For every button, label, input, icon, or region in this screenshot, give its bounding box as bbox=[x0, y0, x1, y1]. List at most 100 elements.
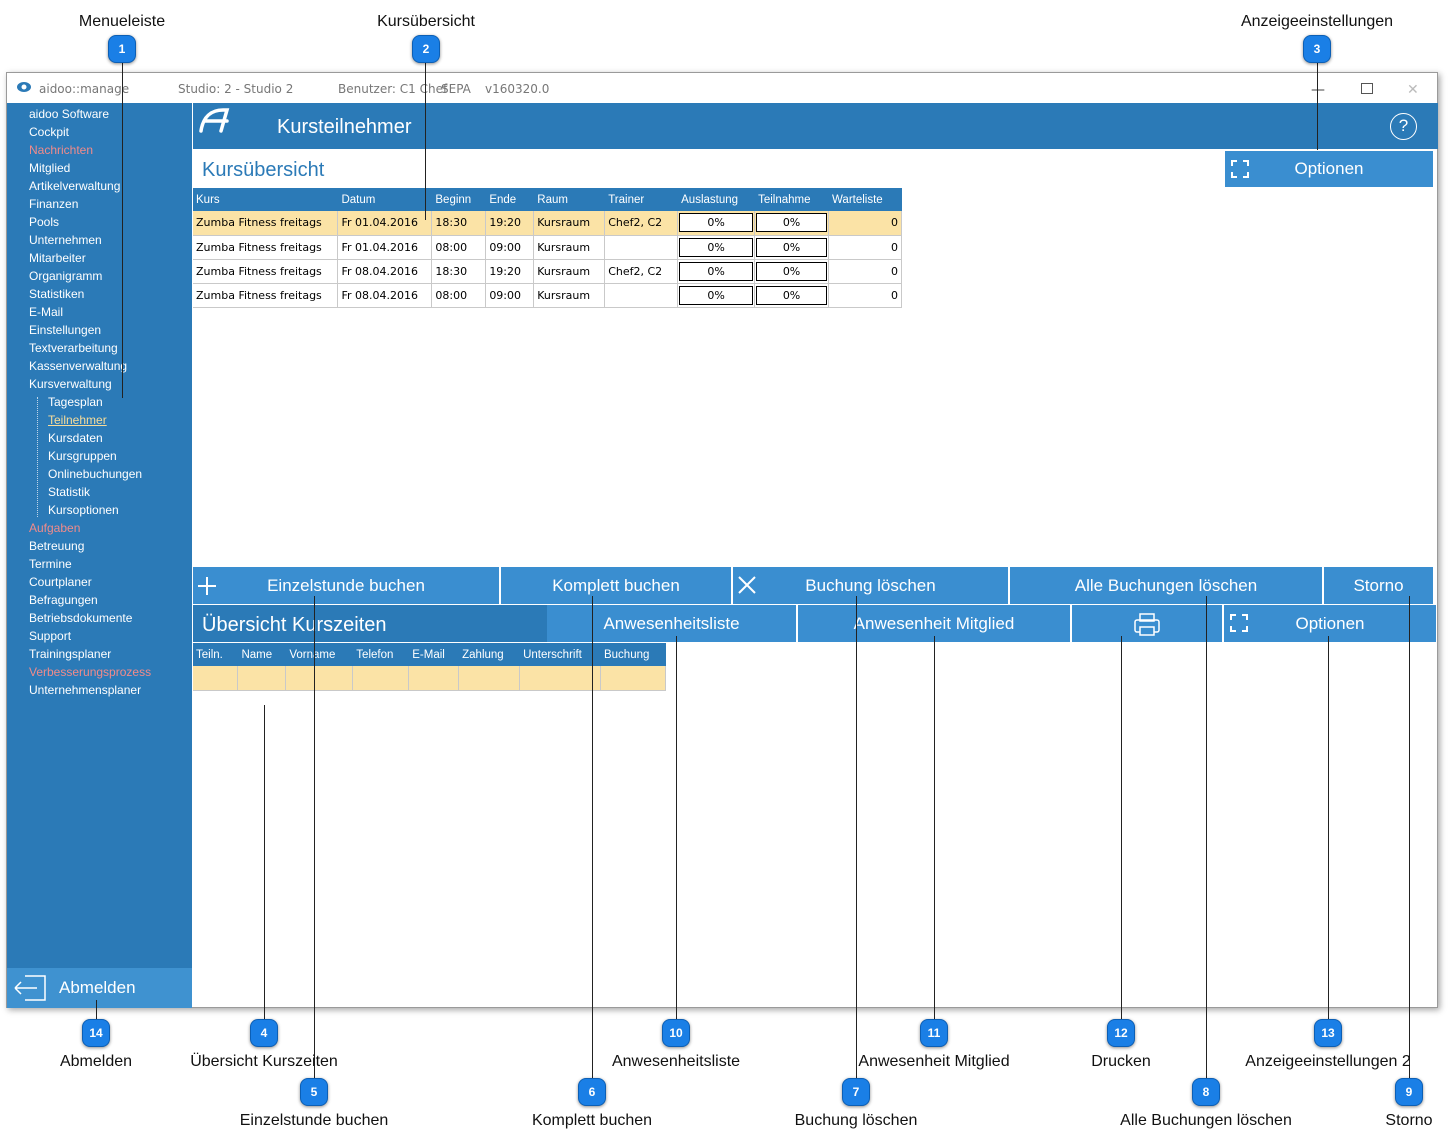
plus-icon bbox=[198, 577, 216, 595]
print-button[interactable] bbox=[1072, 605, 1224, 642]
attendance-member-button[interactable]: Anwesenheit Mitglied bbox=[798, 605, 1072, 642]
column-header[interactable]: Zahlung bbox=[458, 643, 521, 666]
menu-item[interactable]: Kassenverwaltung bbox=[29, 357, 127, 375]
column-header[interactable]: Unterschrift bbox=[519, 643, 601, 666]
table-cell: 0% bbox=[754, 283, 829, 308]
menu-item[interactable]: Unternehmensplaner bbox=[29, 681, 141, 699]
table-cell: 0% bbox=[754, 235, 829, 260]
callout-badge: 5 bbox=[300, 1078, 328, 1106]
menu-item[interactable]: Organigramm bbox=[29, 267, 102, 285]
attendance-list-label: Anwesenheitsliste bbox=[603, 613, 740, 633]
table-row[interactable] bbox=[193, 666, 667, 691]
table-cell: 08:00 bbox=[431, 235, 487, 260]
column-header[interactable]: Raum bbox=[533, 188, 606, 211]
participants-table: Teiln. Name Vorname Telefon E-Mail Zahlung Unt… bbox=[193, 643, 667, 691]
menu-item[interactable]: Cockpit bbox=[29, 123, 69, 141]
menu-item[interactable]: Kursgruppen bbox=[48, 447, 117, 465]
menu-item[interactable]: Artikelverwaltung bbox=[29, 177, 120, 195]
menu-item[interactable]: Trainingsplaner bbox=[29, 645, 111, 663]
logout-button[interactable]: Abmelden bbox=[7, 968, 192, 1008]
column-header[interactable]: E-Mail bbox=[408, 643, 460, 666]
options-label: Optionen bbox=[1294, 159, 1364, 178]
table-row[interactable]: Zumba Fitness freitags Fr 08.04.2016 08:00… bbox=[193, 283, 902, 308]
menu-item[interactable]: Onlinebuchungen bbox=[48, 465, 142, 483]
table-cell: Fr 08.04.2016 bbox=[337, 283, 433, 308]
column-header[interactable]: Kurs bbox=[193, 188, 339, 211]
column-header[interactable]: Beginn bbox=[431, 188, 487, 211]
column-header[interactable]: Datum bbox=[337, 188, 433, 211]
menu-item[interactable]: Kursdaten bbox=[48, 429, 103, 447]
menu-item[interactable]: aidoo Software bbox=[29, 105, 109, 123]
table-cell bbox=[237, 666, 287, 691]
close-icon[interactable]: ✕ bbox=[1407, 82, 1419, 98]
menu-item[interactable]: Einstellungen bbox=[29, 321, 101, 339]
column-header[interactable]: Teiln. bbox=[193, 643, 239, 666]
percentage-box: 0% bbox=[679, 213, 754, 233]
table-cell: 0% bbox=[754, 259, 829, 284]
table-cell: 09:00 bbox=[485, 283, 535, 308]
menu-item[interactable]: Tagesplan bbox=[48, 393, 103, 411]
delete-booking-button[interactable]: Buchung löschen bbox=[733, 567, 1010, 604]
menu-item[interactable]: Teilnehmer bbox=[48, 411, 107, 429]
menu-item[interactable]: Betreuung bbox=[29, 537, 84, 555]
attendance-list-button[interactable]: Anwesenheitsliste bbox=[547, 605, 798, 642]
column-header[interactable]: Warteliste bbox=[828, 188, 902, 211]
minimize-icon[interactable]: — bbox=[1311, 82, 1325, 98]
table-cell bbox=[285, 666, 354, 691]
column-header[interactable]: Buchung bbox=[600, 643, 667, 666]
column-header[interactable]: Telefon bbox=[352, 643, 410, 666]
options-2-button[interactable]: Optionen bbox=[1224, 605, 1436, 642]
callout-badge: 10 bbox=[662, 1019, 690, 1047]
table-row[interactable]: Zumba Fitness freitags Fr 08.04.2016 18:30… bbox=[193, 259, 902, 284]
callout-label: Buchung löschen bbox=[794, 1112, 918, 1129]
menu-item[interactable]: E-Mail bbox=[29, 303, 63, 321]
attendance-member-label: Anwesenheit Mitglied bbox=[853, 613, 1015, 633]
menu-item[interactable]: Verbesserungsprozess bbox=[29, 663, 151, 681]
menu-item[interactable]: Kursoptionen bbox=[48, 501, 119, 519]
menu-item[interactable]: Finanzen bbox=[29, 195, 78, 213]
book-complete-label: Komplett buchen bbox=[552, 575, 680, 595]
book-single-button[interactable]: Einzelstunde buchen bbox=[193, 567, 501, 604]
column-header[interactable]: Vorname bbox=[285, 643, 354, 666]
menu-item[interactable]: Statistiken bbox=[29, 285, 84, 303]
table-cell: 0 bbox=[828, 211, 902, 236]
column-header[interactable]: Auslastung bbox=[677, 188, 756, 211]
menu-item[interactable]: Kursverwaltung bbox=[29, 375, 112, 393]
column-header[interactable]: Trainer bbox=[604, 188, 679, 211]
cancel-button[interactable]: Storno bbox=[1324, 567, 1433, 604]
callout-badge: 14 bbox=[82, 1019, 110, 1047]
callout-badge: 2 bbox=[412, 35, 440, 63]
menu-item[interactable]: Nachrichten bbox=[29, 141, 93, 159]
column-header[interactable]: Ende bbox=[485, 188, 535, 211]
maximize-icon[interactable] bbox=[1361, 83, 1373, 94]
table-cell: Zumba Fitness freitags bbox=[193, 211, 339, 236]
menu-item[interactable]: Befragungen bbox=[29, 591, 98, 609]
options-button[interactable]: Optionen bbox=[1225, 151, 1433, 187]
menu-item[interactable]: Unternehmen bbox=[29, 231, 102, 249]
menu-item[interactable]: Courtplaner bbox=[29, 573, 92, 591]
column-header[interactable]: Teilnahme bbox=[754, 188, 829, 211]
help-icon[interactable]: ? bbox=[1390, 113, 1417, 140]
menu-item[interactable]: Aufgaben bbox=[29, 519, 80, 537]
menu-item[interactable]: Betriebsdokumente bbox=[29, 609, 132, 627]
table-row[interactable]: Zumba Fitness freitags Fr 01.04.2016 08:00… bbox=[193, 235, 902, 260]
menu-item[interactable]: Mitarbeiter bbox=[29, 249, 86, 267]
table-cell: Kursraum bbox=[533, 211, 606, 236]
table-cell: 19:20 bbox=[485, 211, 535, 236]
menu-item[interactable]: Support bbox=[29, 627, 71, 645]
menu-item[interactable]: Textverarbeitung bbox=[29, 339, 118, 357]
column-header[interactable]: Name bbox=[237, 643, 287, 666]
table-cell: 0% bbox=[677, 235, 756, 260]
delete-all-bookings-button[interactable]: Alle Buchungen löschen bbox=[1010, 567, 1324, 604]
menu-item[interactable]: Statistik bbox=[48, 483, 90, 501]
callout-label: Anzeigeeinstellungen 2 bbox=[1245, 1053, 1411, 1070]
callout-line bbox=[314, 596, 315, 1092]
table-row[interactable]: Zumba Fitness freitags Fr 01.04.2016 18:30… bbox=[193, 211, 902, 236]
book-complete-button[interactable]: Komplett buchen bbox=[501, 567, 733, 604]
table-cell: Zumba Fitness freitags bbox=[193, 259, 339, 284]
menu-item[interactable]: Pools bbox=[29, 213, 59, 231]
callout-line bbox=[1206, 596, 1207, 1092]
callout-badge: 1 bbox=[108, 35, 136, 63]
menu-item[interactable]: Mitglied bbox=[29, 159, 70, 177]
menu-item[interactable]: Termine bbox=[29, 555, 72, 573]
